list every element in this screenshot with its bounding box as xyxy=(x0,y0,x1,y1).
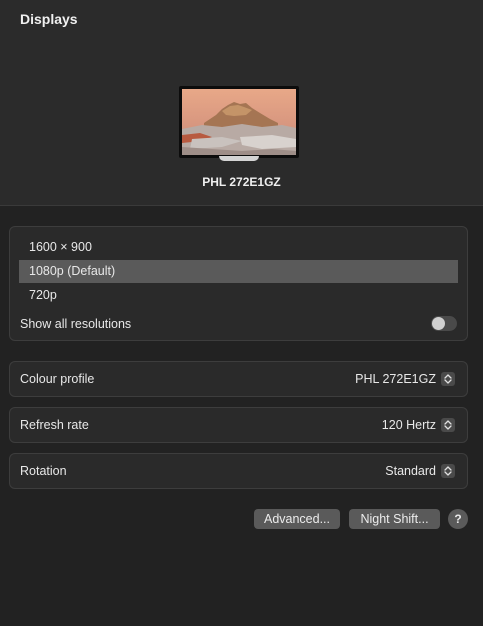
resolution-option[interactable]: 720p xyxy=(19,284,458,307)
colour-profile-row: Colour profile PHL 272E1GZ xyxy=(9,361,468,397)
rotation-row: Rotation Standard xyxy=(9,453,468,489)
chevron-up-down-icon[interactable] xyxy=(441,464,455,478)
resolution-option-selected[interactable]: 1080p (Default) xyxy=(19,260,458,283)
rotation-value[interactable]: Standard xyxy=(385,454,436,488)
rotation-label: Rotation xyxy=(20,464,67,478)
chevron-up-down-icon[interactable] xyxy=(441,418,455,432)
display-name: PHL 272E1GZ xyxy=(202,175,281,189)
monitor-frame xyxy=(179,86,299,158)
show-all-resolutions-label: Show all resolutions xyxy=(20,317,132,331)
show-all-resolutions-toggle[interactable] xyxy=(431,316,457,331)
advanced-button[interactable]: Advanced... xyxy=(254,509,340,529)
resolution-list: 1600 × 900 1080p (Default) 720p Show all… xyxy=(9,226,468,341)
display-preview-header: Displays PHL 272E1GZ xyxy=(0,0,483,206)
help-button[interactable]: ? xyxy=(448,509,468,529)
page-title: Displays xyxy=(20,11,78,27)
refresh-rate-label: Refresh rate xyxy=(20,418,89,432)
monitor-stand xyxy=(219,156,259,161)
night-shift-button[interactable]: Night Shift... xyxy=(349,509,440,529)
colour-profile-label: Colour profile xyxy=(20,372,95,386)
toggle-knob xyxy=(432,317,445,330)
refresh-rate-value[interactable]: 120 Hertz xyxy=(382,408,436,442)
monitor-thumbnail[interactable] xyxy=(179,86,299,162)
refresh-rate-row: Refresh rate 120 Hertz xyxy=(9,407,468,443)
colour-profile-value[interactable]: PHL 272E1GZ xyxy=(355,362,436,396)
resolution-option[interactable]: 1600 × 900 xyxy=(19,236,458,259)
chevron-up-down-icon[interactable] xyxy=(441,372,455,386)
monitor-wallpaper-icon xyxy=(182,89,296,155)
